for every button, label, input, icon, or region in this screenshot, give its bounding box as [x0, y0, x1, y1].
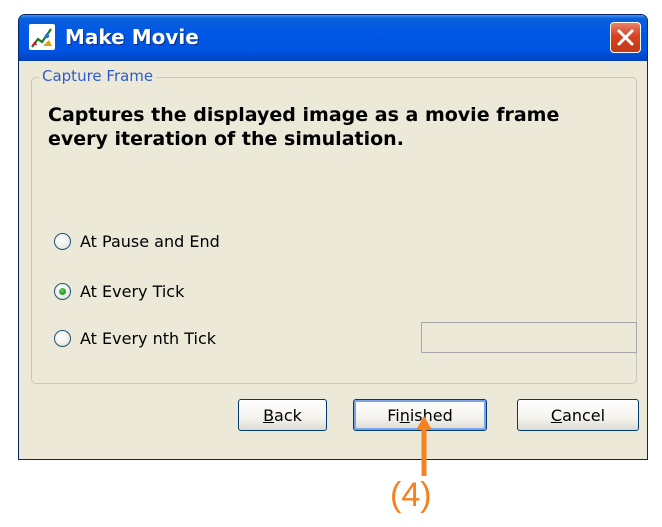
cancel-mnemonic: C: [550, 405, 563, 425]
finished-label-pre: Fi: [387, 405, 400, 425]
radio-label: At Pause and End: [80, 231, 220, 251]
radio-at-every-tick[interactable]: At Every Tick: [54, 279, 184, 303]
make-movie-dialog: Make Movie Capture Frame Captures the di…: [18, 14, 648, 460]
movie-app-icon: [29, 24, 55, 50]
radio-label: At Every nth Tick: [80, 328, 217, 348]
close-icon: [617, 29, 634, 46]
radio-at-pause-and-end[interactable]: At Pause and End: [54, 229, 220, 253]
radio-button-selected[interactable]: [54, 282, 71, 300]
description-text: Captures the displayed image as a movie …: [48, 103, 628, 151]
finished-mnemonic: n: [399, 405, 410, 425]
radio-label: At Every Tick: [80, 281, 185, 301]
title-bar[interactable]: Make Movie: [19, 15, 647, 61]
group-legend: Capture Frame: [39, 67, 157, 85]
window-title: Make Movie: [65, 25, 199, 49]
nth-tick-input[interactable]: [421, 322, 637, 353]
annotation-label: (4): [390, 476, 432, 514]
back-button[interactable]: Back: [238, 399, 327, 431]
radio-button[interactable]: [54, 329, 71, 347]
description-line-1: Captures the displayed image as a movie …: [48, 104, 560, 126]
radio-button[interactable]: [54, 232, 71, 250]
radio-selected-dot: [59, 287, 66, 295]
cancel-button[interactable]: Cancel: [517, 399, 639, 431]
close-button[interactable]: [610, 22, 641, 53]
back-mnemonic: B: [263, 405, 275, 425]
cancel-label: ancel: [562, 405, 606, 425]
radio-at-every-nth-tick[interactable]: At Every nth Tick: [54, 326, 216, 350]
back-label: ack: [274, 405, 302, 425]
description-line-2: every iteration of the simulation.: [48, 128, 404, 150]
annotation-arrow-icon: [416, 416, 432, 476]
